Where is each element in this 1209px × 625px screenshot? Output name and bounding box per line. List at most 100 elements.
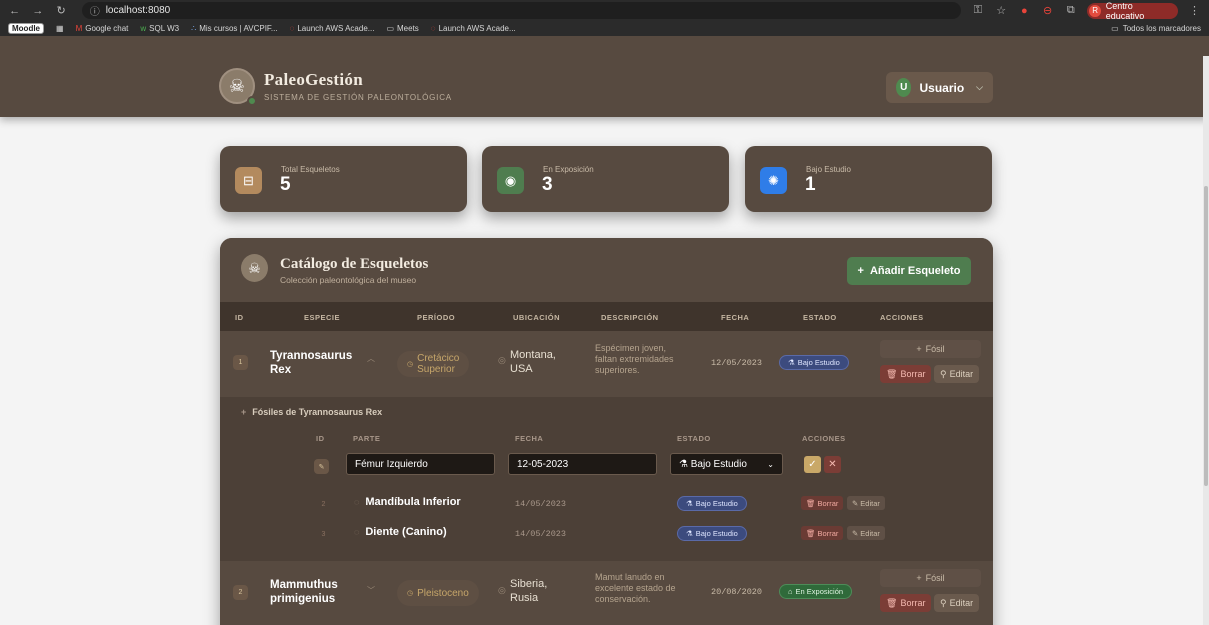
bookmark-mis-cursos[interactable]: ∴ Mis cursos | AVCPIF...: [191, 24, 277, 33]
add-skeleton-button[interactable]: + Añadir Esqueleto: [847, 257, 971, 285]
edit-icon: ✎: [852, 528, 859, 538]
chevron-up-icon[interactable]: ︿: [367, 353, 375, 364]
gmail-icon: M: [75, 24, 83, 33]
stat-card-study: ✺ Bajo Estudio 1: [745, 146, 992, 212]
brand-subtitle: SISTEMA DE GESTIÓN PALEONTOLÓGICA: [264, 93, 452, 102]
flask-icon: ⚗: [686, 499, 693, 508]
delete-button[interactable]: 🗑 Borrar: [880, 594, 932, 612]
row-species: Tyrannosaurus Rex: [270, 349, 352, 377]
desc-line: superiores.: [595, 365, 640, 375]
edit-icon: ✎: [314, 459, 329, 474]
fcol-id: ID: [316, 434, 325, 443]
fossil-delete-button[interactable]: 🗑 Borrar: [801, 496, 844, 510]
fossil-state-value: ⚗ Bajo Estudio: [679, 459, 747, 470]
profile-button[interactable]: R Centro educativo: [1087, 1, 1178, 21]
fcol-date: FECHA: [515, 434, 544, 443]
table-row[interactable]: 1 Tyrannosaurus Rex ︿ ◷ Cretácico Superio…: [220, 331, 993, 397]
browser-toolbar: ← → ↻ ⓘ localhost:8080 ⚿ ☆ ● ⊖ ⧉ R Centr…: [0, 0, 1209, 21]
status-dot: [247, 96, 257, 106]
password-key-icon[interactable]: ⚿: [971, 4, 984, 17]
app-header: ☠ PaleoGestión SISTEMA DE GESTIÓN PALEON…: [0, 36, 1209, 117]
box-icon: ⊟: [235, 167, 262, 194]
fossil-date: 14/05/2023: [515, 529, 567, 539]
row-id: 2: [233, 585, 248, 600]
site-info-icon[interactable]: ⓘ: [90, 3, 100, 18]
page-scrollbar[interactable]: [1203, 56, 1209, 625]
pin-icon: ⚲: [940, 597, 947, 608]
browser-chrome: ← → ↻ ⓘ localhost:8080 ⚿ ☆ ● ⊖ ⧉ R Centr…: [0, 0, 1209, 36]
bookmark-aws-1[interactable]: ◌ Launch AWS Acade...: [290, 24, 375, 33]
all-bookmarks-label: Todos los marcadores: [1122, 24, 1201, 33]
add-fossil-button[interactable]: + Fósil: [880, 340, 981, 358]
forward-icon[interactable]: →: [31, 5, 44, 17]
trash-icon: 🗑: [886, 597, 898, 608]
col-location: UBICACIÓN: [513, 313, 560, 322]
desc-line: Espécimen joven,: [595, 343, 667, 353]
edit-label: Editar: [949, 598, 974, 608]
trash-icon: 🗑: [886, 368, 898, 379]
plus-icon: +: [241, 407, 247, 417]
species-line: Rex: [270, 364, 292, 376]
extension-icon[interactable]: ●: [1018, 5, 1031, 17]
cancel-x-button[interactable]: ✕: [824, 456, 841, 473]
apps-grid-icon[interactable]: ▦: [56, 24, 64, 33]
flask-icon: ⚗: [788, 358, 795, 367]
period-badge: ◷ Cretácico Superior: [397, 351, 470, 377]
bookmark-sql-w3[interactable]: w SQL W3: [140, 24, 179, 33]
bookmark-google-chat[interactable]: M Google chat: [76, 24, 129, 33]
bookmark-aws-2[interactable]: ◌ Launch AWS Acade...: [431, 24, 516, 33]
browser-menu-icon[interactable]: ⋮: [1188, 4, 1201, 17]
all-bookmarks[interactable]: ▭ Todos los marcadores: [1111, 24, 1201, 33]
status-text: Bajo Estudio: [695, 529, 738, 538]
flask-icon: ⚗: [686, 529, 693, 538]
fossil-name-input[interactable]: Fémur Izquierdo: [346, 453, 495, 475]
chevron-down-icon[interactable]: ﹀: [367, 585, 375, 596]
user-label: Usuario: [919, 80, 965, 95]
period-text: Cretácico Superior: [417, 353, 459, 375]
bookmark-label: Google chat: [85, 24, 129, 33]
row-species: Mammuthus primigenius: [270, 578, 338, 606]
bookmark-meets[interactable]: ▭ Meets: [386, 24, 418, 33]
back-icon[interactable]: ←: [8, 5, 21, 17]
delete-label: Borrar: [817, 528, 839, 538]
user-menu-button[interactable]: U Usuario ⌵: [886, 72, 993, 103]
bookmark-label: Launch AWS Acade...: [438, 24, 516, 33]
confirm-check-button[interactable]: ✓: [804, 456, 821, 473]
edit-button[interactable]: ⚲ Editar: [934, 594, 980, 612]
fossil-date-input[interactable]: 12-05-2023: [508, 453, 657, 475]
bone-icon: ◌: [354, 497, 360, 507]
edit-button[interactable]: ⚲ Editar: [934, 365, 980, 383]
extension-icon[interactable]: ⊖: [1041, 4, 1054, 17]
fossil-name-text: Diente (Canino): [365, 526, 447, 538]
add-fossil-button[interactable]: + Fósil: [880, 569, 981, 587]
w3-icon: w: [140, 24, 147, 33]
add-skeleton-label: Añadir Esqueleto: [869, 265, 961, 277]
location-line: Montana,: [510, 349, 556, 361]
fossil-edit-button[interactable]: ✎ Editar: [847, 496, 885, 510]
status-badge: ⚗ Bajo Estudio: [677, 526, 747, 541]
address-bar[interactable]: ⓘ localhost:8080: [81, 2, 962, 19]
fcol-actions: ACCIONES: [802, 434, 846, 443]
fossil-delete-button[interactable]: 🗑 Borrar: [801, 526, 844, 540]
bookmark-star-icon[interactable]: ☆: [995, 4, 1008, 17]
fossils-panel: + Fósiles de Tyrannosaurus Rex ID PARTE F…: [220, 397, 993, 561]
fossil-edit-button[interactable]: ✎ Editar: [847, 526, 885, 540]
table-row[interactable]: 2 Mammuthus primigenius ﹀ ◷ Pleistoceno …: [220, 561, 993, 625]
fossil-state-select[interactable]: ⚗ Bajo Estudio ⌄: [670, 453, 783, 475]
row-date: 12/05/2023: [711, 358, 763, 368]
delete-label: Borrar: [817, 498, 839, 508]
status-text: Bajo Estudio: [695, 499, 738, 508]
delete-button[interactable]: 🗑 Borrar: [880, 365, 932, 383]
catalog-title: Catálogo de Esqueletos: [280, 256, 429, 272]
reload-icon[interactable]: ↻: [54, 4, 67, 17]
location-line: Rusia: [510, 592, 539, 604]
col-id: ID: [235, 313, 244, 322]
bookmark-moodle[interactable]: Moodle: [8, 23, 44, 34]
scrollbar-thumb[interactable]: [1204, 186, 1208, 486]
extensions-puzzle-icon[interactable]: ⧉: [1064, 4, 1077, 17]
location-line: Siberia,: [510, 578, 548, 590]
catalog-subtitle: Colección paleontológica del museo: [280, 275, 417, 285]
stat-card-total: ⊟ Total Esqueletos 5: [220, 146, 467, 212]
desc-line: conservación.: [595, 594, 651, 604]
plus-icon: +: [857, 265, 864, 277]
